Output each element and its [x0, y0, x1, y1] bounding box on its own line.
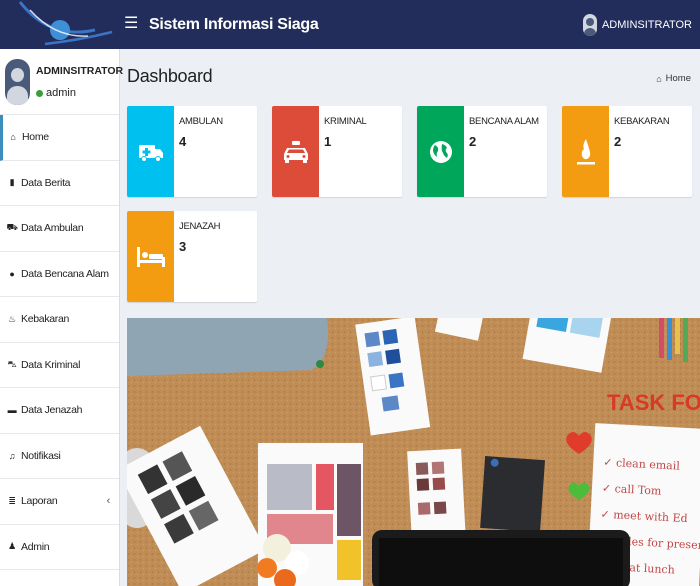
- ambulance-icon: [127, 106, 174, 197]
- taxi-icon: [272, 106, 319, 197]
- fire-icon: ♨: [8, 313, 16, 324]
- sidebar-item-kebakaran[interactable]: ♨ Kebakaran: [0, 297, 119, 343]
- banner-task-text: TASK FOR: [607, 390, 700, 415]
- user-panel: ADMINSITRATOR admin: [0, 49, 123, 115]
- book-icon: ▮: [9, 177, 15, 188]
- sidebar-item-data-berita[interactable]: ▮ Data Berita: [0, 161, 119, 206]
- sidebar-item-home[interactable]: ⌂ Home: [0, 115, 119, 161]
- sidebar-item-data-bencana-alam[interactable]: ● Data Bencana Alam: [0, 252, 119, 297]
- user-icon: ♟: [8, 541, 16, 552]
- online-status-dot-icon: [36, 89, 43, 97]
- page-title: Dashboard: [127, 66, 213, 86]
- info-box-label: JENAZAH: [179, 221, 221, 232]
- dashboard-banner-image: TASK FOR ✓ clean email ✓ call Tom ✓ meet…: [127, 318, 700, 586]
- bell-icon: ♫: [8, 450, 16, 461]
- sidebar-item-data-kriminal[interactable]: ⛍ Data Kriminal: [0, 343, 119, 388]
- info-box-label: BENCANA ALAM: [469, 116, 539, 127]
- fire-icon: [562, 106, 609, 197]
- sidebar-item-notifikasi[interactable]: ♫ Notifikasi: [0, 434, 119, 479]
- sidebar-item-admin[interactable]: ♟ Admin: [0, 525, 119, 570]
- brand-logo[interactable]: [0, 0, 120, 49]
- globe-icon: ●: [9, 268, 15, 279]
- user-name: ADMINSITRATOR: [601, 19, 692, 31]
- home-icon: ⌂: [10, 132, 16, 143]
- info-box-ambulan[interactable]: AMBULAN 4: [127, 106, 257, 197]
- sidebar-item-laporan[interactable]: ≣ Laporan ‹: [0, 479, 119, 525]
- sidebar-item-data-ambulan[interactable]: ⛟ Data Ambulan: [0, 206, 119, 252]
- info-box-kriminal[interactable]: KRIMINAL 1: [272, 106, 402, 197]
- sidebar-item-data-jenazah[interactable]: ▬ Data Jenazah: [0, 388, 119, 434]
- breadcrumb[interactable]: ⌂ Home: [656, 73, 691, 84]
- info-box-kebakaran[interactable]: KEBAKARAN 2: [562, 106, 692, 197]
- sidebar-toggle-hamburger-icon[interactable]: ☰: [124, 14, 138, 34]
- ambulance-icon: ⛟: [6, 222, 18, 233]
- sidebar: ADMINSITRATOR admin ⌂ Home ▮ Data Berita…: [0, 49, 123, 586]
- info-box-label: AMBULAN: [179, 116, 223, 127]
- user-panel-name: ADMINSITRATOR: [36, 65, 124, 77]
- database-icon: ≣: [8, 495, 16, 506]
- avatar: [582, 14, 597, 36]
- home-icon: ⌂: [656, 73, 662, 84]
- info-box-value: 1: [324, 134, 332, 149]
- info-box-value: 2: [469, 134, 477, 149]
- car-icon: ⛍: [7, 358, 17, 369]
- info-box-value: 3: [179, 239, 187, 254]
- info-box-jenazah[interactable]: JENAZAH 3: [127, 211, 257, 302]
- user-menu[interactable]: ADMINSITRATOR: [582, 12, 692, 38]
- app-title: Sistem Informasi Siaga: [149, 16, 319, 33]
- user-avatar: [5, 59, 30, 105]
- top-navbar: ☰ Sistem Informasi Siaga ADMINSITRATOR: [0, 0, 700, 49]
- bed-icon: [127, 211, 174, 302]
- info-box-value: 2: [614, 134, 622, 149]
- chevron-left-icon: ‹: [106, 495, 111, 508]
- info-box-value: 4: [179, 134, 187, 149]
- user-panel-status: admin: [36, 87, 76, 99]
- globe-icon: [417, 106, 464, 197]
- bed-icon: ▬: [7, 405, 17, 416]
- info-box-bencana-alam[interactable]: BENCANA ALAM 2: [417, 106, 547, 197]
- info-box-label: KEBAKARAN: [614, 116, 670, 127]
- info-box-label: KRIMINAL: [324, 116, 367, 127]
